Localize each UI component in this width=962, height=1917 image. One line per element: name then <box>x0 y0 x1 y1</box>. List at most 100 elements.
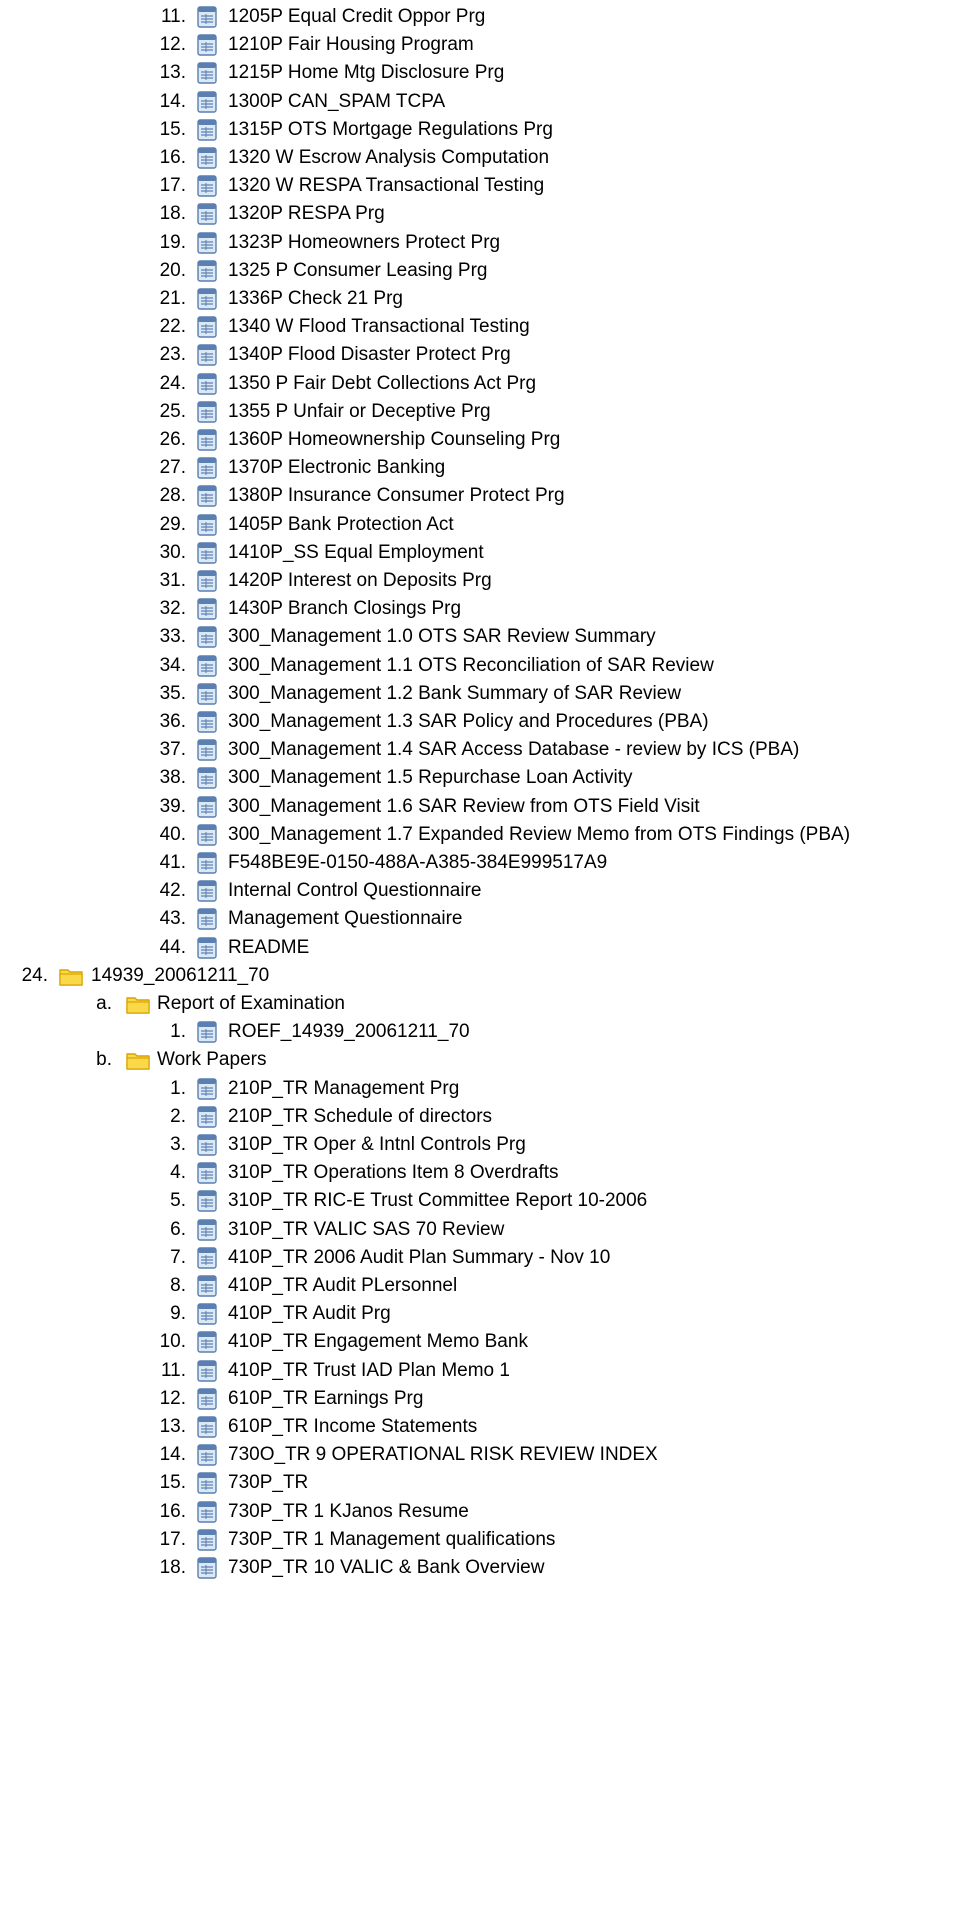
list-number: 1. <box>170 1021 186 1043</box>
file-link[interactable]: 1320 W RESPA Transactional Testing <box>228 171 544 201</box>
file-link[interactable]: 730P_TR <box>228 1468 308 1498</box>
file-link[interactable]: 1320P RESPA Prg <box>228 199 385 229</box>
list-number: 43. <box>159 908 186 930</box>
file-link[interactable]: Management Questionnaire <box>228 904 462 934</box>
list-number: 31. <box>159 570 186 591</box>
file-link[interactable]: Internal Control Questionnaire <box>228 876 481 906</box>
file-link[interactable]: 310P_TR Oper & Intnl Controls Prg <box>228 1130 526 1160</box>
file-link[interactable]: 1300P CAN_SPAM TCPA <box>228 87 445 117</box>
file-link[interactable]: 300_Management 1.3 SAR Policy and Proced… <box>228 707 709 737</box>
file-link[interactable]: 1405P Bank Protection Act <box>228 510 454 540</box>
document-icon <box>195 1161 219 1185</box>
file-link[interactable]: 300_Management 1.7 Expanded Review Memo … <box>228 820 850 850</box>
file-link[interactable]: 730P_TR 10 VALIC & Bank Overview <box>228 1553 544 1583</box>
document-icon <box>195 795 219 819</box>
document-icon <box>195 315 219 339</box>
list-number: 19. <box>159 231 186 253</box>
list-number: 38. <box>159 767 186 789</box>
list-number: 16. <box>159 1500 186 1522</box>
file-link[interactable]: 300_Management 1.6 SAR Review from OTS F… <box>228 792 700 822</box>
list-number: 34. <box>159 654 186 676</box>
list-number: a. <box>96 993 112 1014</box>
document-icon <box>195 202 219 226</box>
document-icon <box>195 1359 219 1383</box>
file-link[interactable]: 310P_TR VALIC SAS 70 Review <box>228 1215 504 1245</box>
list-number: 13. <box>159 62 186 84</box>
document-icon <box>195 541 219 565</box>
file-link[interactable]: 1340 W Flood Transactional Testing <box>228 312 530 342</box>
list-number: 23. <box>159 344 186 366</box>
file-link[interactable]: ROEF_14939_20061211_70 <box>228 1017 470 1047</box>
file-link[interactable]: 1350 P Fair Debt Collections Act Prg <box>228 369 536 399</box>
file-link[interactable]: 300_Management 1.5 Repurchase Loan Activ… <box>228 763 633 793</box>
file-link[interactable]: 410P_TR Audit PLersonnel <box>228 1271 457 1301</box>
file-link[interactable]: 1323P Homeowners Protect Prg <box>228 228 500 258</box>
file-link[interactable]: 1205P Equal Credit Oppor Prg <box>228 2 485 32</box>
file-link[interactable]: 1430P Branch Closings Prg <box>228 594 461 624</box>
file-link[interactable]: 210P_TR Management Prg <box>228 1074 459 1104</box>
document-icon <box>195 343 219 367</box>
list-number: 24. <box>21 964 48 986</box>
file-link[interactable]: 1380P Insurance Consumer Protect Prg <box>228 481 565 511</box>
document-icon <box>195 372 219 396</box>
document-icon <box>195 766 219 790</box>
list-number: 30. <box>159 541 186 563</box>
file-link[interactable]: 300_Management 1.2 Bank Summary of SAR R… <box>228 679 681 709</box>
file-link[interactable]: 300_Management 1.0 OTS SAR Review Summar… <box>228 622 656 652</box>
file-link[interactable]: 210P_TR Schedule of directors <box>228 1102 492 1132</box>
document-icon <box>195 456 219 480</box>
list-number: 40. <box>159 823 186 845</box>
file-link[interactable]: 1325 P Consumer Leasing Prg <box>228 256 487 286</box>
list-number: 44. <box>159 936 186 958</box>
file-link[interactable]: 310P_TR RIC-E Trust Committee Report 10-… <box>228 1186 647 1216</box>
file-link[interactable]: 1420P Interest on Deposits Prg <box>228 566 492 596</box>
document-icon <box>195 1189 219 1213</box>
list-number: 12. <box>159 34 186 56</box>
file-link[interactable]: 1370P Electronic Banking <box>228 453 445 483</box>
file-link[interactable]: 310P_TR Operations Item 8 Overdrafts <box>228 1158 559 1188</box>
file-link[interactable]: README <box>228 933 309 963</box>
file-link[interactable]: 410P_TR Trust IAD Plan Memo 1 <box>228 1356 510 1386</box>
document-icon <box>195 851 219 875</box>
file-link[interactable]: 610P_TR Earnings Prg <box>228 1384 423 1414</box>
document-icon <box>195 1218 219 1242</box>
file-link[interactable]: 410P_TR 2006 Audit Plan Summary - Nov 10 <box>228 1243 610 1273</box>
file-link[interactable]: 300_Management 1.4 SAR Access Database -… <box>228 735 799 765</box>
file-link[interactable]: 300_Management 1.1 OTS Reconciliation of… <box>228 651 714 681</box>
file-link[interactable]: 610P_TR Income Statements <box>228 1412 477 1442</box>
file-link[interactable]: 1320 W Escrow Analysis Computation <box>228 143 549 173</box>
file-link[interactable]: 730O_TR 9 OPERATIONAL RISK REVIEW INDEX <box>228 1440 658 1470</box>
file-link[interactable]: 1410P_SS Equal Employment <box>228 538 484 568</box>
file-link[interactable]: 1215P Home Mtg Disclosure Prg <box>228 58 504 88</box>
list-number: 35. <box>159 682 186 704</box>
folder-label[interactable]: Report of Examination <box>157 989 345 1019</box>
document-icon <box>195 936 219 960</box>
list-number: 28. <box>159 485 186 507</box>
file-link[interactable]: F548BE9E-0150-488A-A385-384E999517A9 <box>228 848 607 878</box>
file-link[interactable]: 410P_TR Audit Prg <box>228 1299 391 1329</box>
document-icon <box>195 597 219 621</box>
file-link[interactable]: 730P_TR 1 Management qualifications <box>228 1525 555 1555</box>
file-link[interactable]: 730P_TR 1 KJanos Resume <box>228 1497 469 1527</box>
list-number: 41. <box>159 852 186 873</box>
folder-label[interactable]: Work Papers <box>157 1045 266 1075</box>
document-icon <box>195 1077 219 1101</box>
file-link[interactable]: 1360P Homeownership Counseling Prg <box>228 425 560 455</box>
file-link[interactable]: 1355 P Unfair or Deceptive Prg <box>228 397 491 427</box>
list-number: 29. <box>159 513 186 535</box>
list-number: 4. <box>170 1162 186 1184</box>
list-number: 2. <box>170 1105 186 1127</box>
document-icon <box>195 231 219 255</box>
document-icon <box>195 484 219 508</box>
document-icon <box>195 710 219 734</box>
document-icon <box>195 1556 219 1580</box>
folder-icon <box>125 1048 150 1072</box>
file-link[interactable]: 1210P Fair Housing Program <box>228 30 474 60</box>
list-number: 33. <box>159 626 186 648</box>
folder-label[interactable]: 14939_20061211_70 <box>91 961 269 991</box>
file-link[interactable]: 1336P Check 21 Prg <box>228 284 403 314</box>
file-link[interactable]: 1315P OTS Mortgage Regulations Prg <box>228 115 553 145</box>
file-link[interactable]: 410P_TR Engagement Memo Bank <box>228 1327 528 1357</box>
document-icon <box>195 1133 219 1157</box>
file-link[interactable]: 1340P Flood Disaster Protect Prg <box>228 340 511 370</box>
